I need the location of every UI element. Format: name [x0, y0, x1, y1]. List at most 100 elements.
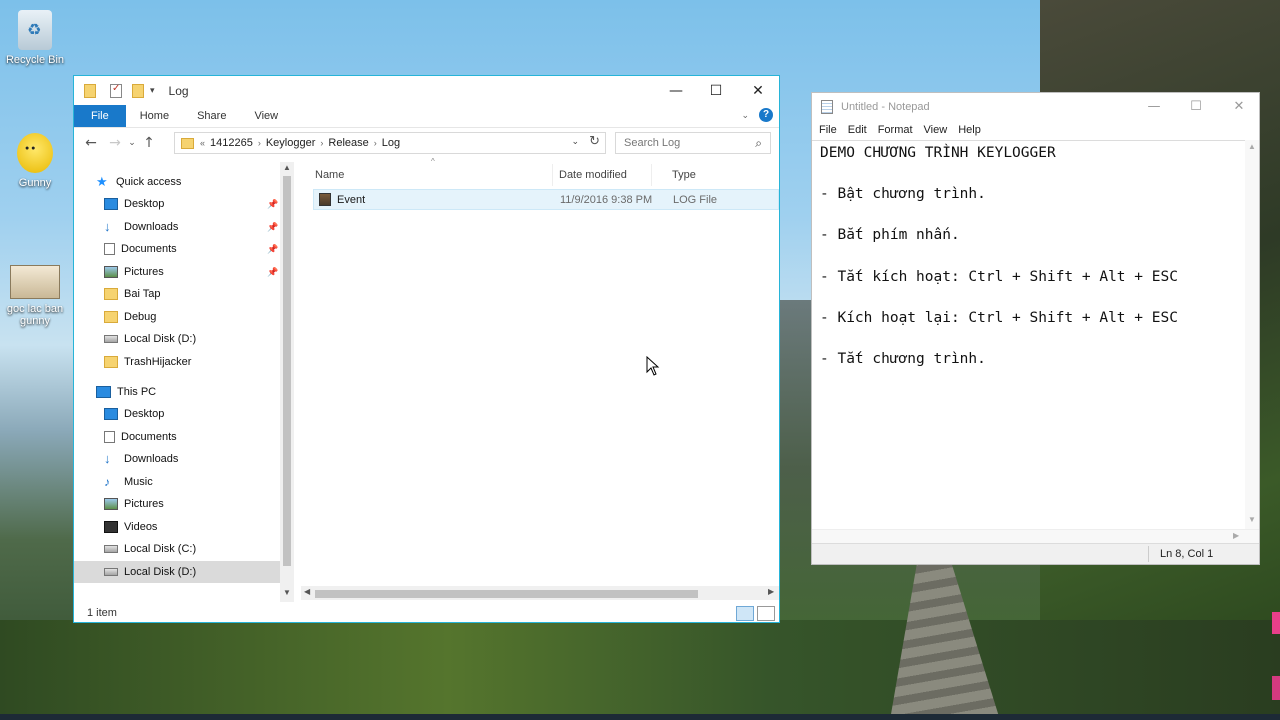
scroll-down-icon[interactable]: ▼ [1248, 515, 1256, 524]
navigation-bar: ← → ⌄ ↑ « 1412265 › Keylogger › Release … [74, 129, 779, 157]
scroll-right-icon[interactable]: ▶ [1233, 531, 1239, 540]
sidebar-item-bai-tap[interactable]: Bai Tap [74, 283, 280, 305]
details-view-button[interactable] [736, 606, 754, 621]
sidebar-item-debug[interactable]: Debug [74, 306, 280, 328]
explorer-title-bar[interactable]: ▾ Log — ☐ ✕ [74, 76, 779, 105]
pin-icon[interactable]: 📌 [267, 199, 278, 210]
tab-view[interactable]: View [240, 105, 292, 127]
help-icon[interactable]: ? [759, 108, 773, 122]
sidebar-item-this-pc[interactable]: This PC [74, 381, 280, 403]
sidebar-item-pc-videos[interactable]: Videos [74, 516, 280, 538]
table-row[interactable]: Event 11/9/2016 9:38 PM LOG File [313, 189, 779, 210]
breadcrumb-1412265[interactable]: 1412265 [210, 137, 253, 149]
desktop-icon-gunny[interactable]: Gunny [0, 133, 70, 189]
minimize-button[interactable]: — [654, 76, 698, 105]
pin-icon[interactable]: 📌 [267, 244, 278, 255]
tab-file[interactable]: File [74, 105, 126, 127]
breadcrumb-release[interactable]: Release [328, 137, 368, 149]
text-line: DEMO CHƯƠNG TRÌNH KEYLOGGER [820, 145, 1056, 161]
sidebar-item-downloads[interactable]: ↓ Downloads 📌 [74, 216, 280, 238]
scroll-down-icon[interactable]: ▼ [283, 588, 291, 597]
chevron-down-icon[interactable]: ⌄ [571, 136, 579, 147]
sidebar-item-pc-local-disk-d[interactable]: Local Disk (D:) [74, 561, 280, 583]
notepad-horizontal-scrollbar[interactable]: ▶ [812, 529, 1259, 543]
search-input[interactable]: Search Log ⌕ [615, 132, 771, 154]
scrollbar-thumb[interactable] [283, 176, 291, 566]
sidebar-item-pc-pictures[interactable]: Pictures [74, 493, 280, 515]
customize-quick-access-icon[interactable]: ▾ [150, 85, 155, 96]
scroll-up-icon[interactable]: ▲ [1248, 142, 1256, 151]
text-line [820, 330, 1245, 351]
menu-item-edit[interactable]: Edit [848, 124, 867, 136]
maximize-button[interactable]: ☐ [694, 76, 738, 105]
chevron-right-icon[interactable]: › [320, 138, 323, 148]
breadcrumb-keylogger[interactable]: Keylogger [266, 137, 316, 149]
scrollbar-thumb[interactable] [315, 590, 698, 598]
close-button[interactable]: ✕ [736, 76, 780, 105]
tab-share[interactable]: Share [183, 105, 240, 127]
properties-icon[interactable] [110, 83, 122, 98]
tab-home[interactable]: Home [126, 105, 183, 127]
sidebar-item-label: Pictures [124, 498, 164, 510]
expand-ribbon-icon[interactable]: ⌄ [741, 110, 749, 121]
scroll-left-icon[interactable]: ◀ [304, 587, 310, 596]
file-list-horizontal-scrollbar[interactable]: ◀ ▶ [301, 586, 779, 600]
sidebar-item-documents[interactable]: Documents 📌 [74, 238, 280, 260]
sidebar-item-pc-desktop[interactable]: Desktop [74, 403, 280, 425]
sidebar-item-pc-music[interactable]: ♪ Music [74, 471, 280, 493]
notepad-text-area[interactable]: DEMO CHƯƠNG TRÌNH KEYLOGGER - Bật chương… [812, 140, 1245, 529]
sidebar-item-label: Downloads [124, 221, 179, 233]
sidebar-item-local-disk-d[interactable]: Local Disk (D:) [74, 328, 280, 350]
navigation-pane-scrollbar[interactable]: ▲ ▼ [280, 162, 294, 602]
sidebar-item-label: This PC [117, 386, 157, 398]
sidebar-item-pictures[interactable]: Pictures 📌 [74, 261, 280, 283]
desktop-icon-goc-lac-ban-gunny[interactable]: goc lac ban gunny [0, 265, 70, 327]
gunny-icon [17, 133, 53, 173]
sidebar-item-label: TrashHijacker [124, 356, 192, 368]
chevron-right-icon[interactable]: › [258, 138, 261, 148]
sidebar-item-quick-access[interactable]: ★ Quick access [74, 171, 280, 193]
notepad-title-bar[interactable]: Untitled - Notepad — ☐ ✕ [812, 93, 1259, 120]
new-folder-icon[interactable] [132, 83, 144, 98]
sidebar-item-pc-documents[interactable]: Documents [74, 426, 280, 448]
sidebar-item-local-disk-c[interactable]: Local Disk (C:) [74, 538, 280, 560]
scroll-up-icon[interactable]: ▲ [283, 163, 291, 172]
sidebar-item-pc-downloads[interactable]: ↓ Downloads [74, 448, 280, 470]
large-icons-view-button[interactable] [757, 606, 775, 621]
minimize-button[interactable]: — [1132, 93, 1176, 120]
column-header-type[interactable]: Type [652, 164, 779, 186]
maximize-button[interactable]: ☐ [1174, 93, 1218, 120]
menu-item-format[interactable]: Format [878, 124, 913, 136]
taskbar-edge [0, 714, 1280, 720]
search-icon: ⌕ [755, 136, 762, 150]
sidebar-item-trashhijacker[interactable]: TrashHijacker [74, 351, 280, 373]
menu-item-file[interactable]: File [819, 124, 837, 136]
breadcrumb-overflow[interactable]: « [200, 138, 205, 148]
menu-item-view[interactable]: View [924, 124, 948, 136]
recycle-bin-icon [18, 10, 52, 50]
scroll-right-icon[interactable]: ▶ [768, 587, 774, 596]
up-arrow-icon[interactable]: ↑ [137, 135, 161, 151]
column-header-date-modified[interactable]: Date modified [539, 164, 652, 186]
refresh-icon[interactable]: ↻ [589, 134, 600, 149]
text-line [820, 166, 1245, 187]
sidebar-item-label: Documents [121, 243, 177, 255]
breadcrumb-log[interactable]: Log [382, 137, 400, 149]
back-arrow-icon[interactable]: ← [79, 135, 103, 151]
sidebar-item-desktop[interactable]: Desktop 📌 [74, 193, 280, 215]
desktop-edge-decoration [1272, 676, 1280, 700]
log-file-icon [319, 193, 331, 206]
desktop-icon-recycle-bin[interactable]: Recycle Bin [0, 10, 70, 66]
file-date-modified: 11/9/2016 9:38 PM [560, 193, 653, 206]
pin-icon[interactable]: 📌 [267, 222, 278, 233]
menu-item-help[interactable]: Help [958, 124, 981, 136]
close-button[interactable]: ✕ [1217, 93, 1261, 120]
forward-arrow-icon[interactable]: → [103, 135, 127, 151]
column-header-name[interactable]: Name [295, 164, 553, 186]
pin-icon[interactable]: 📌 [267, 267, 278, 278]
chevron-right-icon[interactable]: › [374, 138, 377, 148]
address-bar[interactable]: « 1412265 › Keylogger › Release › Log ⌄ … [174, 132, 606, 154]
recent-locations-icon[interactable]: ⌄ [127, 138, 137, 148]
notepad-vertical-scrollbar[interactable]: ▲ ▼ [1245, 140, 1259, 529]
file-name: Event [337, 193, 366, 206]
